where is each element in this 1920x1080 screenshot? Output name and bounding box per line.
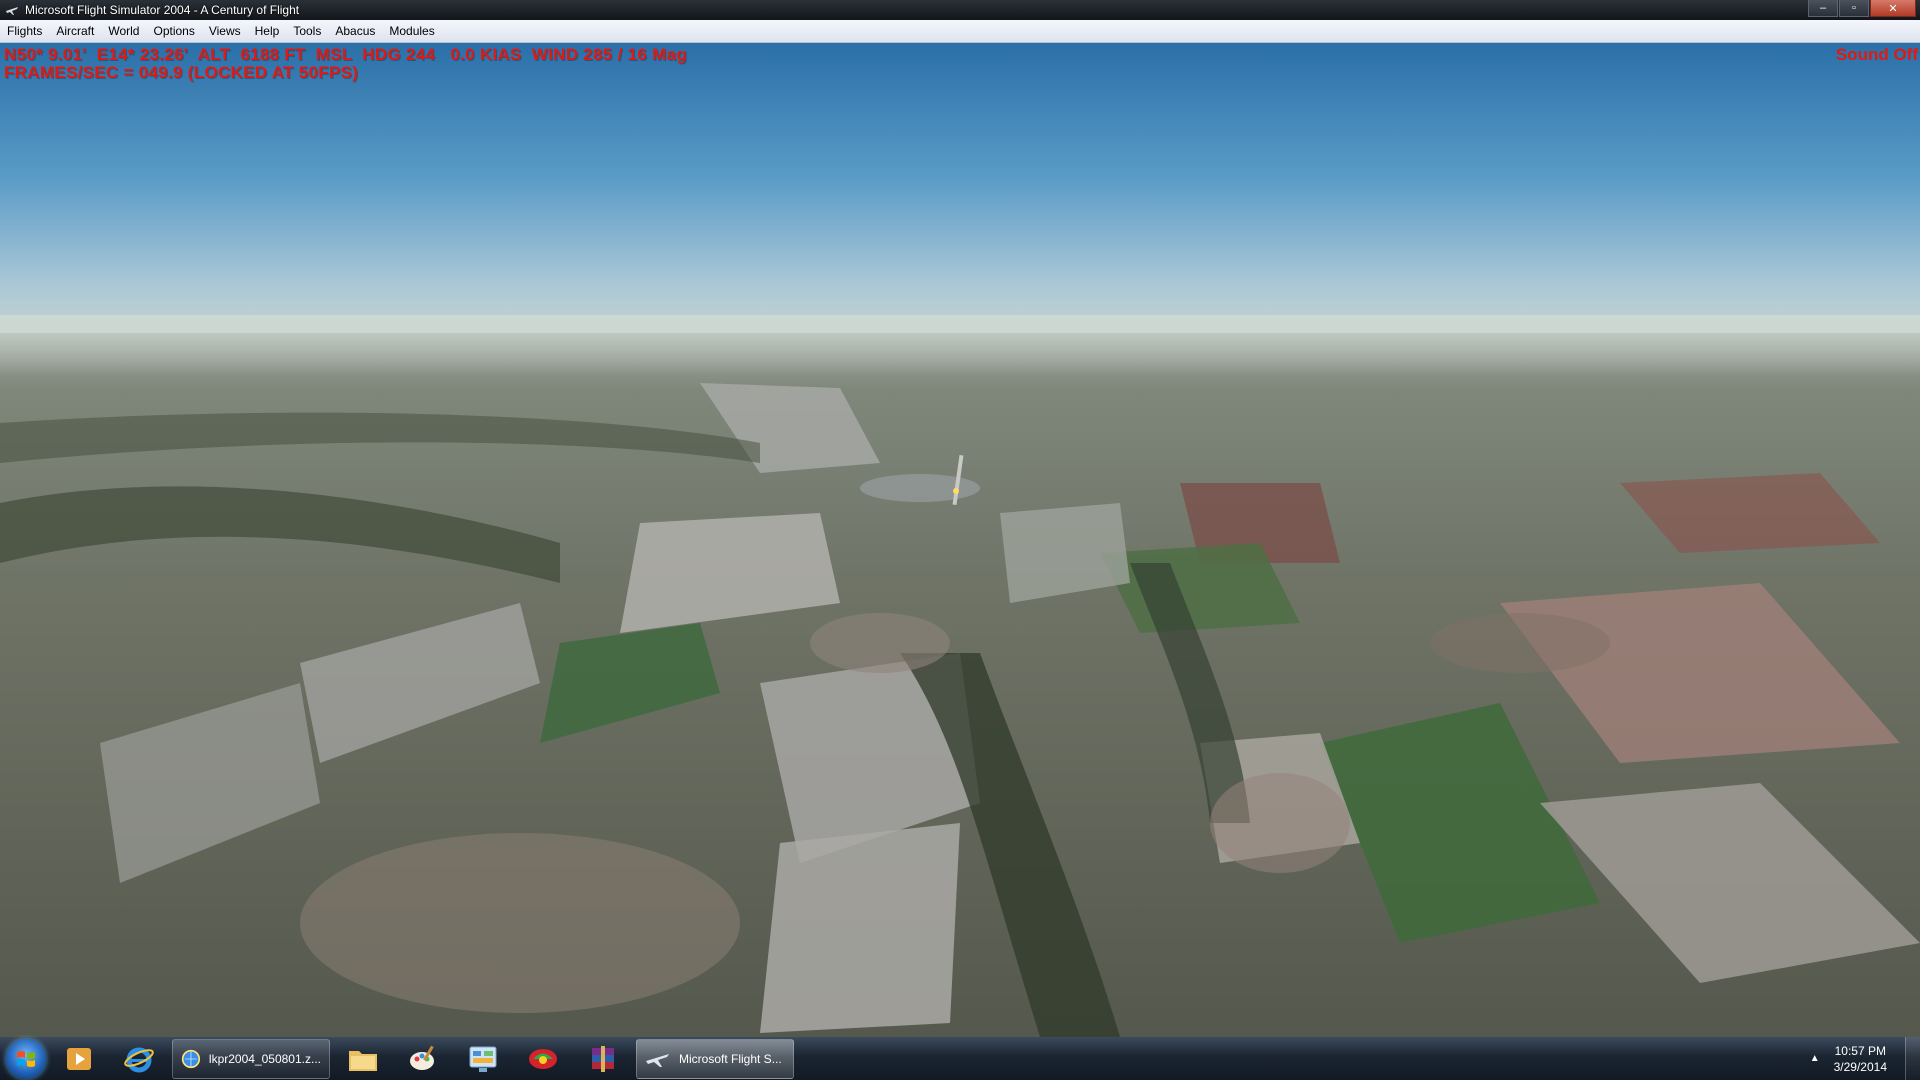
folder-icon[interactable] xyxy=(336,1039,390,1079)
scene-viewport[interactable] xyxy=(0,43,1920,1037)
clock-time: 10:57 PM xyxy=(1834,1043,1886,1058)
menu-tools[interactable]: Tools xyxy=(286,20,328,42)
window-title: Microsoft Flight Simulator 2004 - A Cent… xyxy=(25,3,300,17)
sound-status: Sound Off xyxy=(1835,45,1918,64)
window-controls: – ▫ ✕ xyxy=(1807,0,1916,18)
menu-aircraft[interactable]: Aircraft xyxy=(49,20,101,42)
title-bar[interactable]: Microsoft Flight Simulator 2004 - A Cent… xyxy=(0,0,1920,20)
winrar-icon[interactable] xyxy=(576,1039,630,1079)
clock-date: 3/29/2014 xyxy=(1833,1059,1887,1074)
control-panel-icon[interactable] xyxy=(456,1039,510,1079)
menu-help[interactable]: Help xyxy=(248,20,287,42)
show-desktop-button[interactable] xyxy=(1905,1037,1920,1080)
airplane-icon xyxy=(646,1053,669,1067)
task-label: Microsoft Flight S... xyxy=(679,1051,782,1066)
system-tray: ▲ 10:57 PM 3/29/2014 xyxy=(1810,1037,1920,1080)
airplane-icon xyxy=(5,3,19,17)
paint-icon[interactable] xyxy=(396,1039,450,1079)
menu-options[interactable]: Options xyxy=(146,20,201,42)
menu-bar: Flights Aircraft World Options Views Hel… xyxy=(0,20,1920,43)
flight-info-text: N50* 9.01' E14* 23.26' ALT 6188 FT MSL H… xyxy=(4,46,687,82)
minimize-button[interactable]: – xyxy=(1808,0,1838,17)
windows-logo-icon xyxy=(17,1050,35,1067)
menu-views[interactable]: Views xyxy=(202,20,248,42)
media-player-icon[interactable] xyxy=(52,1039,106,1079)
hotspot-icon[interactable] xyxy=(516,1039,570,1079)
clock[interactable]: 10:57 PM 3/29/2014 xyxy=(1834,1043,1887,1075)
task-flight-simulator[interactable]: Microsoft Flight S... xyxy=(636,1038,794,1079)
winamp-globe-icon xyxy=(181,1049,201,1068)
start-button[interactable] xyxy=(6,1038,46,1079)
internet-explorer-icon[interactable] xyxy=(112,1039,166,1079)
position-altitude-readout: N50* 9.01' E14* 23.26' ALT 6188 FT MSL H… xyxy=(4,45,688,64)
menu-modules[interactable]: Modules xyxy=(382,20,441,42)
show-hidden-icons-button[interactable]: ▲ xyxy=(1810,1053,1820,1064)
aerial-scenery xyxy=(0,43,1920,1037)
menu-world[interactable]: World xyxy=(101,20,146,42)
task-label: lkpr2004_050801.z... xyxy=(208,1051,321,1066)
menu-flights[interactable]: Flights xyxy=(0,20,49,42)
task-lkpr-archive[interactable]: lkpr2004_050801.z... xyxy=(172,1038,330,1079)
menu-abacus[interactable]: Abacus xyxy=(328,20,382,42)
close-button[interactable]: ✕ xyxy=(1870,0,1916,17)
frame-rate-readout: FRAMES/SEC = 049.9 (LOCKED AT 50FPS) xyxy=(4,63,359,82)
maximize-button[interactable]: ▫ xyxy=(1839,0,1869,17)
taskbar: lkpr2004_050801.z... Microsoft Flight S.… xyxy=(0,1037,1920,1080)
